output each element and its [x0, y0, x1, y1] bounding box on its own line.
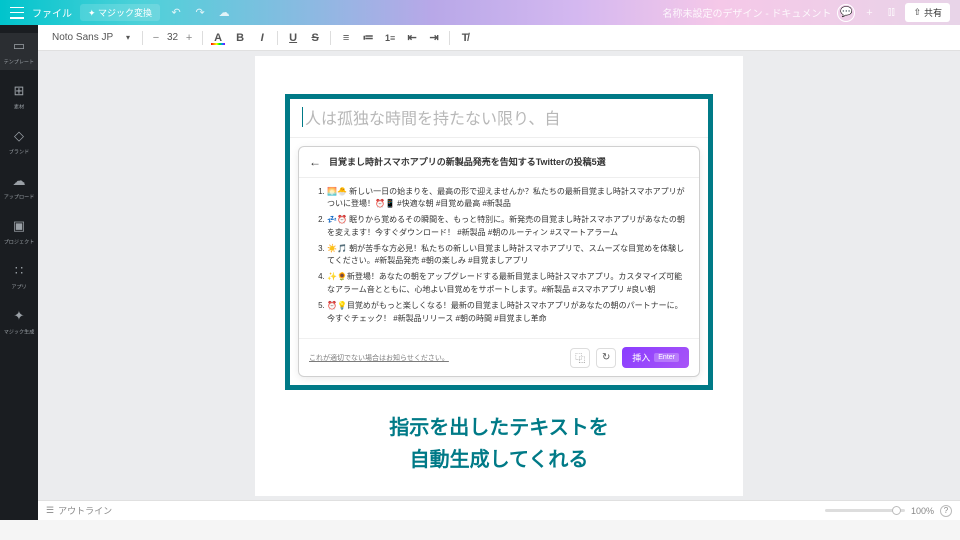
ai-writer-box: 人は孤独な時間を持たない限り、自 ← 目覚まし時計スマホアプリの新製品発売を告知… [285, 94, 713, 391]
list-item: 💤⏰ 眠りから覚めるその瞬間を、もっと特別に。新発売の目覚まし時計スマホアプリが… [327, 214, 685, 240]
menu-icon[interactable] [10, 7, 24, 19]
sidebar-item-elements[interactable]: ⊞素材 [0, 78, 38, 115]
font-size-plus[interactable]: + [182, 31, 196, 45]
bold-button[interactable]: B [231, 29, 249, 47]
ai-result-panel: ← 目覚まし時計スマホアプリの新製品発売を告知するTwitterの投稿5選 🌅🐣… [298, 146, 700, 378]
template-icon: ▭ [10, 37, 28, 55]
copy-button[interactable]: ⿻ [570, 348, 590, 368]
apps-icon: ∷ [10, 262, 28, 280]
help-icon[interactable]: ? [940, 505, 952, 517]
italic-button[interactable]: I [253, 29, 271, 47]
undo-icon[interactable]: ↶ [168, 5, 184, 21]
document-title[interactable]: 名称未設定のデザイン - ドキュメント [663, 5, 832, 20]
cloud-sync-icon: ☁ [216, 5, 232, 21]
underline-button[interactable]: U [284, 29, 302, 47]
sidebar-item-magic[interactable]: ✦マジック生成 [0, 303, 38, 340]
outline-icon: ☰ [46, 505, 54, 516]
sidebar-item-brand[interactable]: ◇ブランド [0, 123, 38, 160]
indent-increase-button[interactable]: ⇥ [425, 29, 443, 47]
list-item: ✨🌻新登場！あなたの朝をアップグレードする最新目覚まし時計スマホアプリ。カスタマ… [327, 271, 685, 297]
list-number-button[interactable]: 1≡ [381, 29, 399, 47]
share-button[interactable]: ⇧ 共有 [905, 3, 950, 22]
regenerate-button[interactable]: ↻ [596, 348, 616, 368]
font-size-minus[interactable]: − [149, 31, 163, 45]
magic-convert-button[interactable]: ✦ マジック変換 [80, 4, 160, 21]
sidebar-item-upload[interactable]: ☁アップロード [0, 168, 38, 205]
canvas[interactable]: 人は孤独な時間を持たない限り、自 ← 目覚まし時計スマホアプリの新製品発売を告知… [38, 51, 960, 500]
sidebar-item-template[interactable]: ▭テンプレート [0, 33, 38, 70]
analytics-icon[interactable]: ⫾⫾ [883, 5, 899, 21]
plus-icon[interactable]: + [861, 5, 877, 21]
list-item: 🌅🐣 新しい一日の始まりを、最高の形で迎えませんか？私たちの最新目覚まし時計スマ… [327, 186, 685, 212]
sidebar-item-apps[interactable]: ∷アプリ [0, 258, 38, 295]
zoom-handle[interactable] [892, 506, 901, 515]
brand-icon: ◇ [10, 127, 28, 145]
insert-button[interactable]: 挿入Enter [622, 347, 689, 368]
ai-result-list: 🌅🐣 新しい一日の始まりを、最高の形で迎えませんか？私たちの最新目覚まし時計スマ… [299, 178, 699, 339]
list-item: ⏰💡目覚めがもっと楽しくなる！最新の目覚まし時計スマホアプリがあなたの朝のパート… [327, 300, 685, 326]
back-arrow-icon[interactable]: ← [309, 155, 321, 169]
upload-icon: ☁ [10, 172, 28, 190]
sidebar-item-project[interactable]: ▣プロジェクト [0, 213, 38, 250]
document-page[interactable]: 人は孤独な時間を持たない限り、自 ← 目覚まし時計スマホアプリの新製品発売を告知… [255, 56, 743, 496]
project-icon: ▣ [10, 217, 28, 235]
feedback-link[interactable]: これが適切でない場合はお知らせください。 [309, 353, 449, 363]
prompt-input[interactable]: 人は孤独な時間を持たない限り、自 [290, 99, 708, 138]
magic-icon: ✦ [10, 307, 28, 325]
caption-text: 指示を出したテキストを 自動生成してくれる [285, 412, 713, 476]
chevron-down-icon: ▾ [126, 33, 130, 42]
indent-decrease-button[interactable]: ⇤ [403, 29, 421, 47]
clear-format-button[interactable]: T̸ [456, 29, 474, 47]
font-size-value[interactable]: 32 [167, 32, 178, 43]
align-button[interactable]: ≡ [337, 29, 355, 47]
font-select[interactable]: Noto Sans JP▾ [46, 30, 136, 45]
sidebar: ▭テンプレート ⊞素材 ◇ブランド ☁アップロード ▣プロジェクト ∷アプリ ✦… [0, 25, 38, 520]
list-bullet-button[interactable]: ≔ [359, 29, 377, 47]
redo-icon[interactable]: ↷ [192, 5, 208, 21]
comment-icon[interactable]: 💬 [837, 4, 855, 22]
list-item: ☀️🎵 朝が苦手な方必見！私たちの新しい目覚まし時計スマホアプリで、スムーズな目… [327, 243, 685, 269]
elements-icon: ⊞ [10, 82, 28, 100]
zoom-slider[interactable] [825, 509, 905, 512]
outline-toggle[interactable]: ☰アウトライン [46, 504, 112, 517]
file-menu[interactable]: ファイル [32, 5, 72, 20]
text-toolbar: Noto Sans JP▾ − 32 + A B I U S ≡ ≔ 1≡ ⇤ … [38, 25, 960, 51]
zoom-value[interactable]: 100% [911, 506, 934, 516]
text-color-button[interactable]: A [209, 29, 227, 47]
strikethrough-button[interactable]: S [306, 29, 324, 47]
ai-result-title: 目覚まし時計スマホアプリの新製品発売を告知するTwitterの投稿5選 [329, 155, 606, 168]
